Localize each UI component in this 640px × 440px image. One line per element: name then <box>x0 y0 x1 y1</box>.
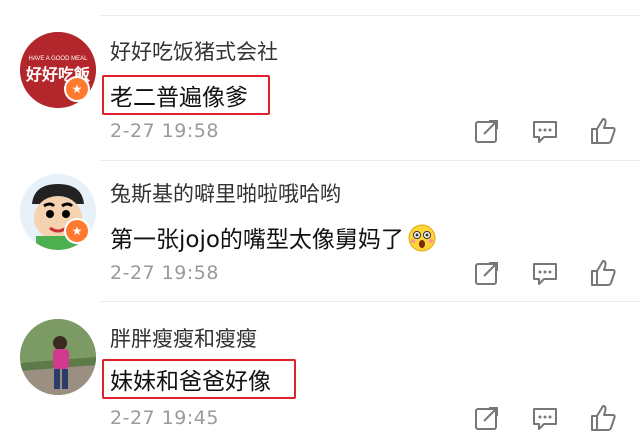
like-icon[interactable] <box>588 116 618 146</box>
comment-icon[interactable] <box>530 116 560 146</box>
share-icon[interactable] <box>472 403 502 433</box>
username[interactable]: 兔斯基的噼里啪啦哦哈哟 <box>110 178 341 208</box>
comment-text: 第一张jojo的嘴型太像舅妈了 <box>110 220 436 254</box>
top-divider <box>100 15 640 16</box>
username[interactable]: 胖胖瘦瘦和瘦瘦 <box>110 323 257 353</box>
comment-text: 老二普遍像爹 <box>110 85 248 111</box>
avatar[interactable] <box>20 319 96 395</box>
comment-item: ★ 兔斯基的噼里啪啦哦哈哟 第一张jojo的嘴型太像舅妈了 2-27 19:58 <box>0 162 640 307</box>
verified-badge-icon: ★ <box>64 76 90 102</box>
verified-badge-icon: ★ <box>64 218 90 244</box>
comment-text-content: 第一张jojo的嘴型太像舅妈了 <box>110 227 404 253</box>
comment-text: 妹妹和爸爸好像 <box>110 369 271 395</box>
astonished-face-icon <box>408 224 436 252</box>
divider <box>100 301 640 302</box>
comment-icon[interactable] <box>530 403 560 433</box>
avatar-caption: HAVE A GOOD MEAL <box>29 56 89 62</box>
comment-item: 胖胖瘦瘦和瘦瘦 妹妹和爸爸好像 2-27 19:45 <box>0 305 640 440</box>
username[interactable]: 好好吃饭猪式会社 <box>110 36 278 66</box>
comment-item: HAVE A GOOD MEAL 好好吃飯 ★ 好好吃饭猪式会社 老二普遍像爹 … <box>0 20 640 165</box>
divider <box>100 160 640 161</box>
comment-time: 2-27 19:58 <box>110 262 219 284</box>
share-icon[interactable] <box>472 258 502 288</box>
like-icon[interactable] <box>588 258 618 288</box>
comment-time: 2-27 19:58 <box>110 120 219 142</box>
comment-icon[interactable] <box>530 258 560 288</box>
comment-time: 2-27 19:45 <box>110 407 219 429</box>
like-icon[interactable] <box>588 403 618 433</box>
share-icon[interactable] <box>472 116 502 146</box>
